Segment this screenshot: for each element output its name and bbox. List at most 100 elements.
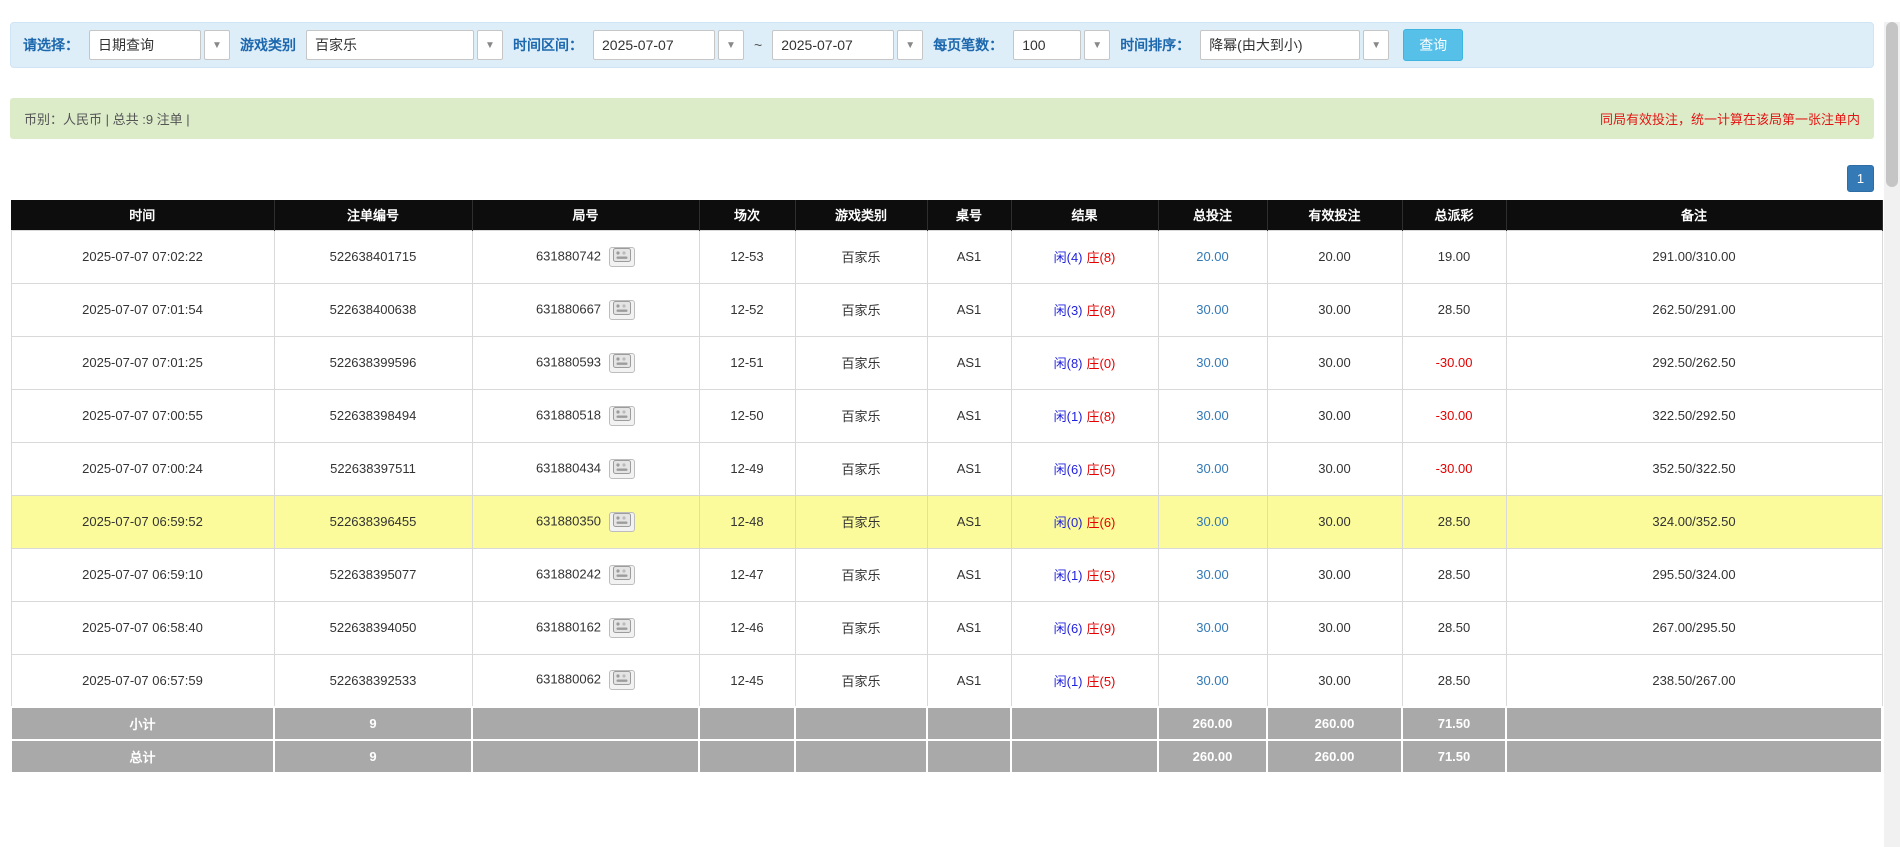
cell-remark: 291.00/310.00 — [1505, 229, 1883, 284]
date-from-picker[interactable]: 2025-07-07 ▼ — [593, 30, 744, 60]
result-player: 闲(6) — [1053, 621, 1083, 636]
total-bet-link[interactable]: 30.00 — [1196, 673, 1229, 688]
total-bet-link[interactable]: 30.00 — [1196, 567, 1229, 582]
per-page-label: 每页笔数： — [933, 37, 1004, 53]
currency-summary-text: 币别：人民币 | 总共 :9 注单 | — [24, 112, 190, 127]
cell-total-bet: 30.00 — [1157, 335, 1268, 390]
total-bet-link[interactable]: 30.00 — [1196, 355, 1229, 370]
cell-bet-number: 522638398494 — [273, 388, 473, 443]
column-header-total-bet: 总投注 — [1158, 200, 1268, 230]
grand-total-count: 9 — [273, 739, 473, 774]
roadmap-icon[interactable] — [609, 405, 636, 426]
cell-table-number: AS1 — [926, 441, 1012, 496]
vertical-scrollbar[interactable] — [1884, 22, 1900, 847]
table-row: 2025-07-07 07:01:25 522638399596 6318805… — [10, 335, 1883, 390]
date-to-value[interactable]: 2025-07-07 — [772, 30, 895, 60]
scrollbar-thumb[interactable] — [1886, 22, 1898, 187]
total-bet-link[interactable]: 30.00 — [1196, 620, 1229, 635]
result-banker: 庄(0) — [1086, 356, 1116, 371]
cell-result: 闲(4) 庄(8) — [1010, 229, 1159, 284]
chevron-down-icon[interactable]: ▼ — [1084, 30, 1111, 60]
grand-total-total-payout: 71.50 — [1401, 739, 1507, 774]
select-type-value[interactable]: 日期查询 — [89, 30, 201, 60]
roadmap-icon[interactable] — [609, 617, 636, 638]
date-from-value[interactable]: 2025-07-07 — [593, 30, 715, 60]
cell-total-payout: -30.00 — [1401, 388, 1507, 443]
table-row: 2025-07-07 07:00:24 522638397511 6318804… — [10, 441, 1883, 496]
cell-round: 631880742 — [471, 229, 700, 284]
roadmap-icon[interactable] — [609, 511, 636, 532]
cell-time: 2025-07-07 06:59:52 — [10, 494, 275, 549]
cell-session: 12-48 — [698, 494, 796, 549]
cell-remark: 267.00/295.50 — [1505, 600, 1883, 655]
time-sort-combobox[interactable]: 降幂(由大到小) ▼ — [1200, 30, 1390, 60]
chevron-down-icon[interactable]: ▼ — [718, 30, 744, 60]
subtotal-total-bet: 260.00 — [1157, 706, 1268, 741]
cell-bet-number: 522638397511 — [273, 441, 473, 496]
cell-valid-bet: 30.00 — [1266, 441, 1403, 496]
cell-round: 631880162 — [471, 600, 700, 655]
total-bet-link[interactable]: 30.00 — [1196, 461, 1229, 476]
query-button[interactable]: 查询 — [1403, 29, 1464, 61]
cell-total-payout: 28.50 — [1401, 282, 1507, 337]
roadmap-icon[interactable] — [609, 246, 636, 267]
per-page-combobox[interactable]: 100 ▼ — [1013, 30, 1111, 60]
range-separator: ~ — [754, 37, 763, 53]
roadmap-icon[interactable] — [609, 352, 636, 373]
cell-total-bet: 30.00 — [1157, 441, 1268, 496]
table-row: 2025-07-07 07:02:22 522638401715 6318807… — [10, 229, 1883, 284]
cell-table-number: AS1 — [926, 653, 1012, 708]
cell-bet-number: 522638392533 — [273, 653, 473, 708]
chevron-down-icon[interactable]: ▼ — [204, 30, 230, 60]
cell-game-type: 百家乐 — [794, 229, 928, 284]
total-bet-link[interactable]: 20.00 — [1196, 249, 1229, 264]
game-type-combobox[interactable]: 百家乐 ▼ — [306, 30, 503, 60]
per-page-value[interactable]: 100 — [1013, 30, 1082, 60]
cell-time: 2025-07-07 07:01:54 — [10, 282, 275, 337]
result-banker: 庄(5) — [1086, 568, 1116, 583]
cell-round: 631880518 — [471, 388, 700, 443]
table-header-row: 时间 注单编号 局号 场次 游戏类别 桌号 结果 总投注 有效投注 总派彩 备注 — [11, 200, 1883, 230]
roadmap-icon[interactable] — [609, 564, 636, 585]
cell-bet-number: 522638400638 — [273, 282, 473, 337]
column-header-game-type: 游戏类别 — [795, 200, 928, 230]
select-type-label: 请选择： — [23, 37, 79, 53]
cell-table-number: AS1 — [926, 600, 1012, 655]
cell-valid-bet: 30.00 — [1266, 335, 1403, 390]
cell-session: 12-46 — [698, 600, 796, 655]
select-type-combobox[interactable]: 日期查询 ▼ — [89, 30, 230, 60]
total-bet-link[interactable]: 30.00 — [1196, 514, 1229, 529]
cell-result: 闲(1) 庄(5) — [1010, 653, 1159, 708]
chevron-down-icon[interactable]: ▼ — [1363, 30, 1390, 60]
column-header-valid-bet: 有效投注 — [1267, 200, 1403, 230]
bet-records-table: 时间 注单编号 局号 场次 游戏类别 桌号 结果 总投注 有效投注 总派彩 备注… — [10, 200, 1883, 774]
result-player: 闲(1) — [1053, 673, 1083, 689]
roadmap-icon[interactable] — [609, 670, 636, 691]
cell-session: 12-51 — [698, 335, 796, 390]
result-banker: 庄(8) — [1086, 409, 1116, 424]
cell-remark: 238.50/267.00 — [1505, 653, 1883, 708]
cell-total-payout: 28.50 — [1401, 547, 1507, 602]
page-1-button[interactable]: 1 — [1847, 165, 1874, 192]
cell-total-payout: 28.50 — [1401, 600, 1507, 655]
cell-valid-bet: 30.00 — [1266, 547, 1403, 602]
cell-total-bet: 30.00 — [1157, 653, 1268, 708]
grand-total-row: 总计 9 260.00 260.00 71.50 — [10, 739, 1883, 774]
roadmap-icon[interactable] — [609, 458, 636, 479]
column-header-table-number: 桌号 — [927, 200, 1012, 230]
cell-total-bet: 30.00 — [1157, 600, 1268, 655]
chevron-down-icon[interactable]: ▼ — [477, 30, 503, 60]
cell-total-payout: 28.50 — [1401, 494, 1507, 549]
date-to-picker[interactable]: 2025-07-07 ▼ — [772, 30, 924, 60]
subtotal-row: 小计 9 260.00 260.00 71.50 — [10, 706, 1883, 741]
chevron-down-icon[interactable]: ▼ — [897, 30, 924, 60]
total-bet-link[interactable]: 30.00 — [1196, 302, 1229, 317]
cell-result: 闲(6) 庄(5) — [1010, 441, 1159, 496]
game-type-value[interactable]: 百家乐 — [306, 30, 474, 60]
cell-time: 2025-07-07 07:02:22 — [10, 229, 275, 284]
roadmap-icon[interactable] — [609, 299, 636, 320]
total-bet-link[interactable]: 30.00 — [1196, 408, 1229, 423]
cell-table-number: AS1 — [926, 282, 1012, 337]
cell-time: 2025-07-07 07:00:24 — [10, 441, 275, 496]
time-sort-value[interactable]: 降幂(由大到小) — [1200, 30, 1361, 60]
